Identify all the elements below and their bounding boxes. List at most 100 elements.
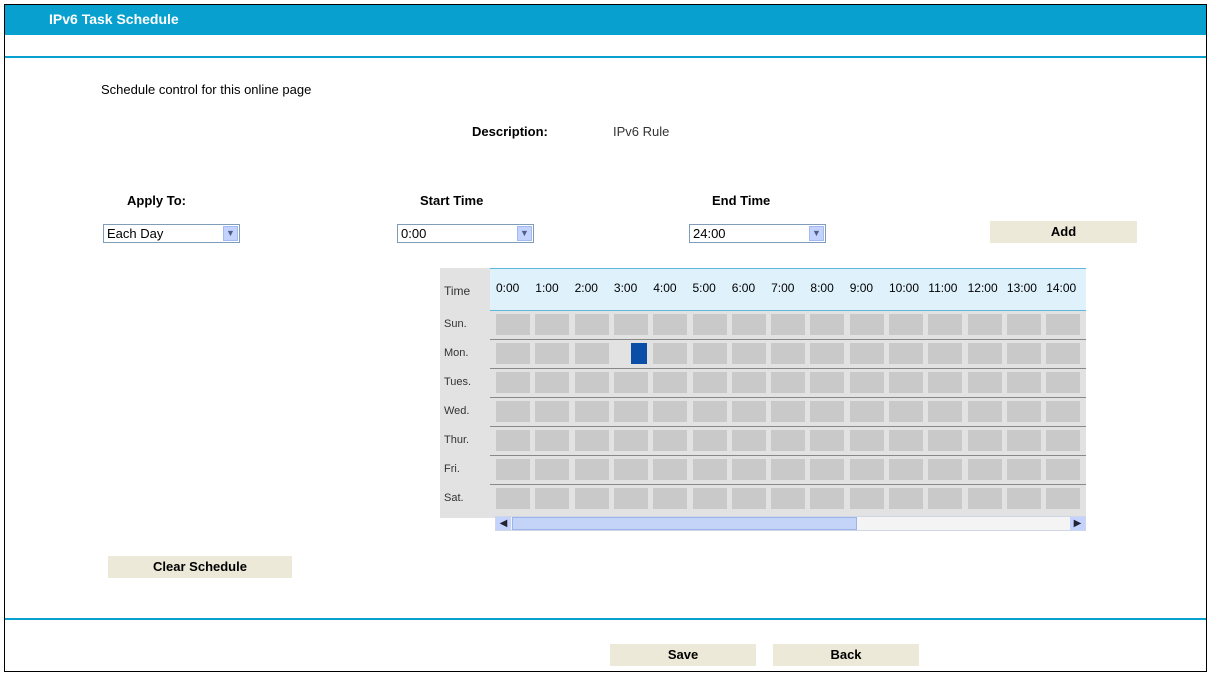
schedule-cell[interactable] — [574, 488, 609, 509]
schedule-cell[interactable] — [535, 343, 570, 364]
schedule-cell[interactable] — [771, 430, 806, 451]
schedule-cell[interactable] — [967, 430, 1002, 451]
schedule-cell[interactable] — [653, 459, 688, 480]
schedule-cell[interactable] — [928, 459, 963, 480]
schedule-cell[interactable] — [1006, 401, 1041, 422]
schedule-cell[interactable] — [653, 314, 688, 335]
schedule-cell[interactable] — [731, 372, 766, 393]
schedule-cell[interactable] — [810, 488, 845, 509]
schedule-cell[interactable] — [613, 314, 648, 335]
schedule-cell-active[interactable] — [630, 343, 647, 364]
schedule-cell[interactable] — [889, 401, 923, 422]
schedule-cell[interactable] — [535, 314, 570, 335]
schedule-horizontal-scrollbar[interactable]: ◀ ▶ — [495, 516, 1086, 531]
schedule-cell[interactable] — [810, 372, 845, 393]
schedule-cell[interactable] — [1046, 459, 1081, 480]
schedule-cell[interactable] — [849, 430, 884, 451]
schedule-cell[interactable] — [692, 430, 727, 451]
schedule-cell[interactable] — [574, 314, 609, 335]
schedule-grid[interactable]: Time 0:00 1:00 2:00 3:00 4:00 5:00 6:00 7:00 8:0… — [440, 268, 1086, 518]
schedule-cell[interactable] — [849, 343, 884, 364]
schedule-cell[interactable] — [1046, 343, 1081, 364]
chevron-down-icon[interactable]: ▼ — [809, 226, 824, 241]
schedule-cell[interactable] — [771, 372, 806, 393]
schedule-cell[interactable] — [1006, 314, 1041, 335]
scroll-left-icon[interactable]: ◀ — [496, 517, 511, 530]
schedule-cell[interactable] — [810, 401, 845, 422]
schedule-cell[interactable] — [653, 372, 688, 393]
schedule-cell[interactable] — [731, 488, 766, 509]
schedule-cell[interactable] — [889, 430, 923, 451]
schedule-cell[interactable] — [967, 372, 1002, 393]
schedule-cell[interactable] — [771, 314, 806, 335]
schedule-cell[interactable] — [967, 459, 1002, 480]
schedule-cell[interactable] — [1006, 459, 1041, 480]
schedule-cell[interactable] — [928, 314, 963, 335]
schedule-cell[interactable] — [535, 430, 570, 451]
schedule-cell[interactable] — [1006, 430, 1041, 451]
schedule-cell[interactable] — [928, 401, 963, 422]
schedule-cell[interactable] — [928, 488, 963, 509]
schedule-cell[interactable] — [1006, 488, 1041, 509]
schedule-cell[interactable] — [731, 343, 766, 364]
scrollbar-thumb[interactable] — [512, 517, 857, 530]
schedule-cell[interactable] — [889, 488, 923, 509]
schedule-cell[interactable] — [1006, 372, 1041, 393]
schedule-cell[interactable] — [889, 459, 923, 480]
schedule-cell[interactable] — [810, 459, 845, 480]
schedule-cell[interactable] — [535, 488, 570, 509]
schedule-cell[interactable] — [967, 343, 1002, 364]
save-button[interactable]: Save — [610, 644, 756, 666]
schedule-cell[interactable] — [731, 430, 766, 451]
schedule-cell[interactable] — [731, 401, 766, 422]
schedule-cell[interactable] — [967, 314, 1002, 335]
schedule-cell[interactable] — [810, 430, 845, 451]
schedule-cell[interactable] — [771, 459, 806, 480]
schedule-cell[interactable] — [849, 314, 884, 335]
end-time-select[interactable]: 24:00 ▼ — [689, 224, 826, 243]
schedule-cell[interactable] — [653, 488, 688, 509]
schedule-cell[interactable] — [535, 372, 570, 393]
schedule-cell[interactable] — [653, 343, 688, 364]
back-button[interactable]: Back — [773, 644, 919, 666]
schedule-cell[interactable] — [535, 401, 570, 422]
schedule-cell[interactable] — [771, 488, 806, 509]
schedule-cell[interactable] — [889, 372, 923, 393]
schedule-cell[interactable] — [928, 343, 963, 364]
schedule-cell[interactable] — [692, 488, 727, 509]
schedule-cell[interactable] — [653, 430, 688, 451]
schedule-cell[interactable] — [496, 488, 530, 509]
schedule-cell[interactable] — [967, 401, 1002, 422]
schedule-cell[interactable] — [496, 401, 530, 422]
schedule-cell[interactable] — [928, 430, 963, 451]
schedule-cell[interactable] — [731, 314, 766, 335]
schedule-cell[interactable] — [496, 343, 530, 364]
schedule-cell[interactable] — [574, 372, 609, 393]
schedule-cell[interactable] — [692, 401, 727, 422]
schedule-cell[interactable] — [771, 401, 806, 422]
schedule-cell[interactable] — [1046, 401, 1081, 422]
schedule-cell[interactable] — [692, 372, 727, 393]
schedule-cell[interactable] — [731, 459, 766, 480]
schedule-cell[interactable] — [613, 459, 648, 480]
schedule-cell[interactable] — [1006, 343, 1041, 364]
start-time-select[interactable]: 0:00 ▼ — [397, 224, 534, 243]
clear-schedule-button[interactable]: Clear Schedule — [108, 556, 292, 578]
schedule-cell[interactable] — [1046, 314, 1081, 335]
schedule-cell[interactable] — [653, 401, 688, 422]
schedule-cell[interactable] — [574, 430, 609, 451]
schedule-cell[interactable] — [1046, 372, 1081, 393]
schedule-cell[interactable] — [496, 430, 530, 451]
schedule-cell[interactable] — [496, 459, 530, 480]
schedule-cell[interactable] — [535, 459, 570, 480]
schedule-cell[interactable] — [613, 401, 648, 422]
schedule-cell[interactable] — [849, 401, 884, 422]
scroll-right-icon[interactable]: ▶ — [1070, 517, 1085, 530]
schedule-cell[interactable] — [692, 314, 727, 335]
schedule-cell[interactable] — [967, 488, 1002, 509]
schedule-cell[interactable] — [849, 488, 884, 509]
chevron-down-icon[interactable]: ▼ — [517, 226, 532, 241]
schedule-cell[interactable] — [692, 343, 727, 364]
schedule-cell[interactable] — [574, 343, 609, 364]
schedule-cell[interactable] — [613, 372, 648, 393]
